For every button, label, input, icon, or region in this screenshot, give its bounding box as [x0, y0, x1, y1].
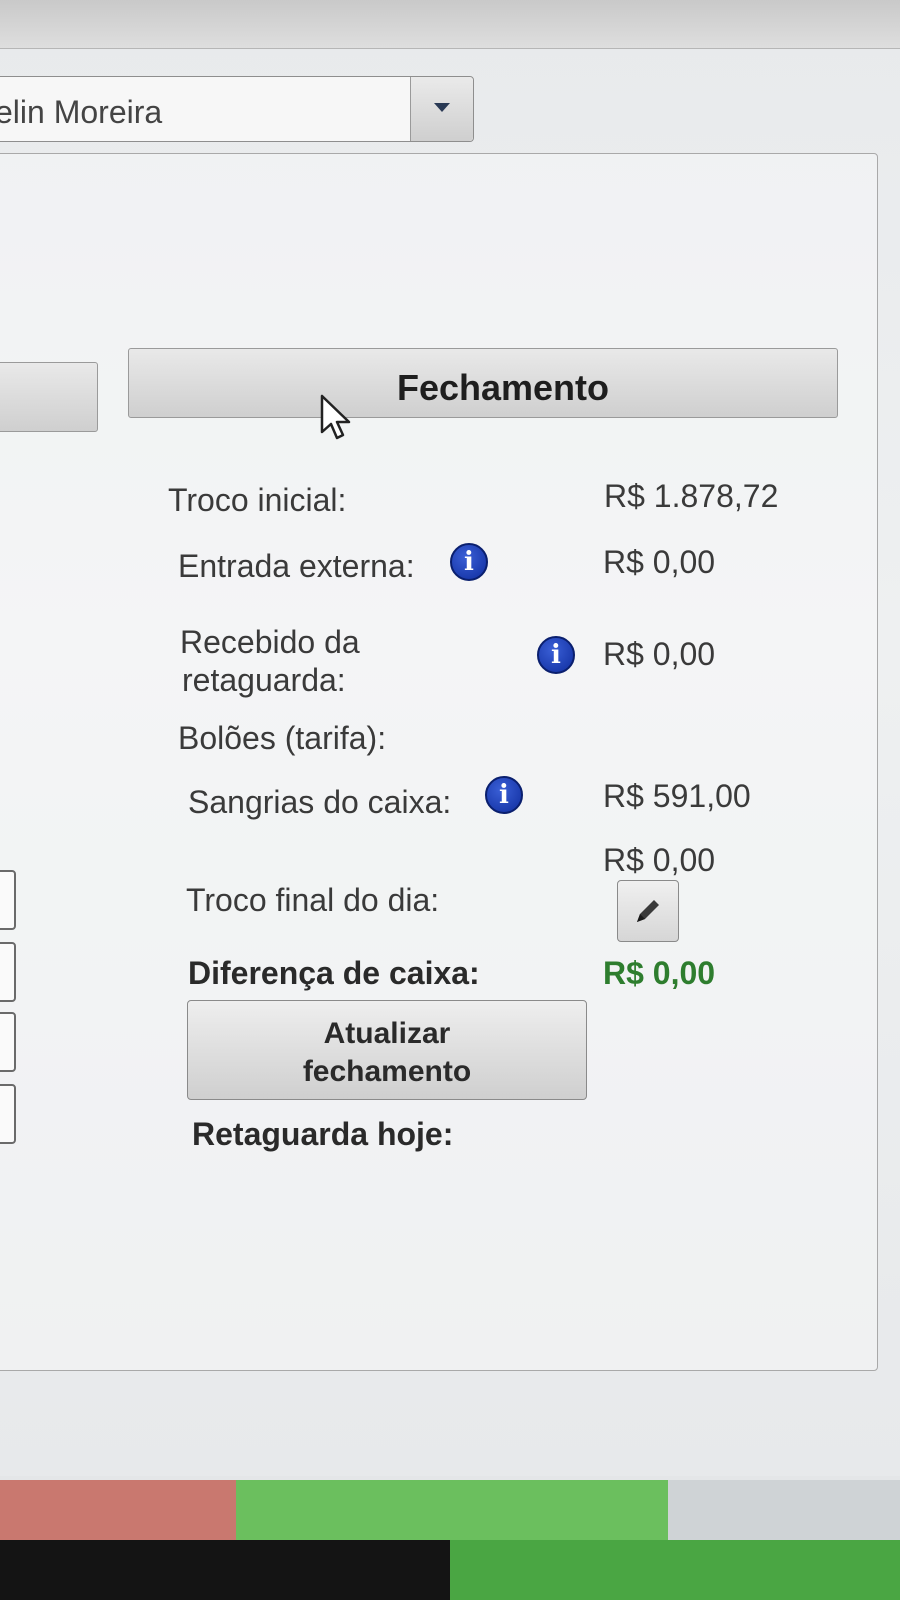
left-field-box[interactable]: [0, 942, 16, 1002]
entrada-externa-label: Entrada externa:: [178, 548, 415, 584]
atualizar-fechamento-label-line2: fechamento: [302, 1055, 472, 1088]
info-icon[interactable]: i: [485, 776, 523, 814]
troco-inicial-label: Troco inicial:: [168, 482, 347, 518]
info-icon[interactable]: i: [450, 543, 488, 581]
left-field-box[interactable]: [0, 1084, 16, 1144]
mouse-pointer-icon: [320, 394, 351, 440]
window-top-bar: [0, 0, 900, 49]
taskbar-item-green[interactable]: [236, 1480, 668, 1540]
closing-panel: [0, 153, 878, 1371]
info-icon[interactable]: i: [537, 636, 575, 674]
sangrias-label: Sangrias do caixa:: [188, 784, 452, 820]
taskbar-item-grey[interactable]: [668, 1480, 900, 1540]
diferenca-caixa-label: Diferença de caixa:: [188, 955, 480, 991]
left-field-box[interactable]: [0, 870, 16, 930]
sangrias-value: R$ 591,00: [603, 778, 751, 814]
entrada-externa-value: R$ 0,00: [603, 544, 716, 580]
user-select-value: elin Moreira: [0, 94, 163, 130]
recebido-retaguarda-value: R$ 0,00: [603, 636, 716, 672]
tab-fechamento-label: Fechamento: [396, 367, 610, 408]
diferenca-caixa-value: R$ 0,00: [603, 955, 716, 991]
troco-final-value: R$ 0,00: [603, 842, 716, 878]
taskbar-item-red[interactable]: [0, 1480, 236, 1540]
chevron-down-icon: [434, 103, 450, 112]
boloes-label: Bolões (tarifa):: [178, 720, 387, 756]
retaguarda-hoje-label: Retaguarda hoje:: [192, 1116, 454, 1152]
recebido-retaguarda-label-line2: retaguarda:: [182, 662, 346, 698]
left-field-box[interactable]: [0, 1012, 16, 1072]
recebido-retaguarda-label-line1: Recebido da: [180, 624, 360, 660]
troco-inicial-value: R$ 1.878,72: [604, 478, 779, 514]
atualizar-fechamento-label-line1: Atualizar: [323, 1017, 451, 1050]
atualizar-fechamento-button[interactable]: Atualizar fechamento: [187, 1000, 587, 1100]
screen: elin Moreira Fechamento Troco inicial: R…: [0, 0, 900, 1600]
pencil-icon: [637, 900, 659, 922]
dropdown-button[interactable]: [410, 77, 473, 141]
taskbar-item-green-lower[interactable]: [450, 1540, 900, 1600]
tab-previous[interactable]: [0, 362, 98, 432]
tab-fechamento[interactable]: Fechamento: [128, 348, 838, 418]
troco-final-label: Troco final do dia:: [186, 882, 440, 918]
edit-troco-final-button[interactable]: [617, 880, 679, 942]
user-select[interactable]: elin Moreira: [0, 76, 474, 142]
